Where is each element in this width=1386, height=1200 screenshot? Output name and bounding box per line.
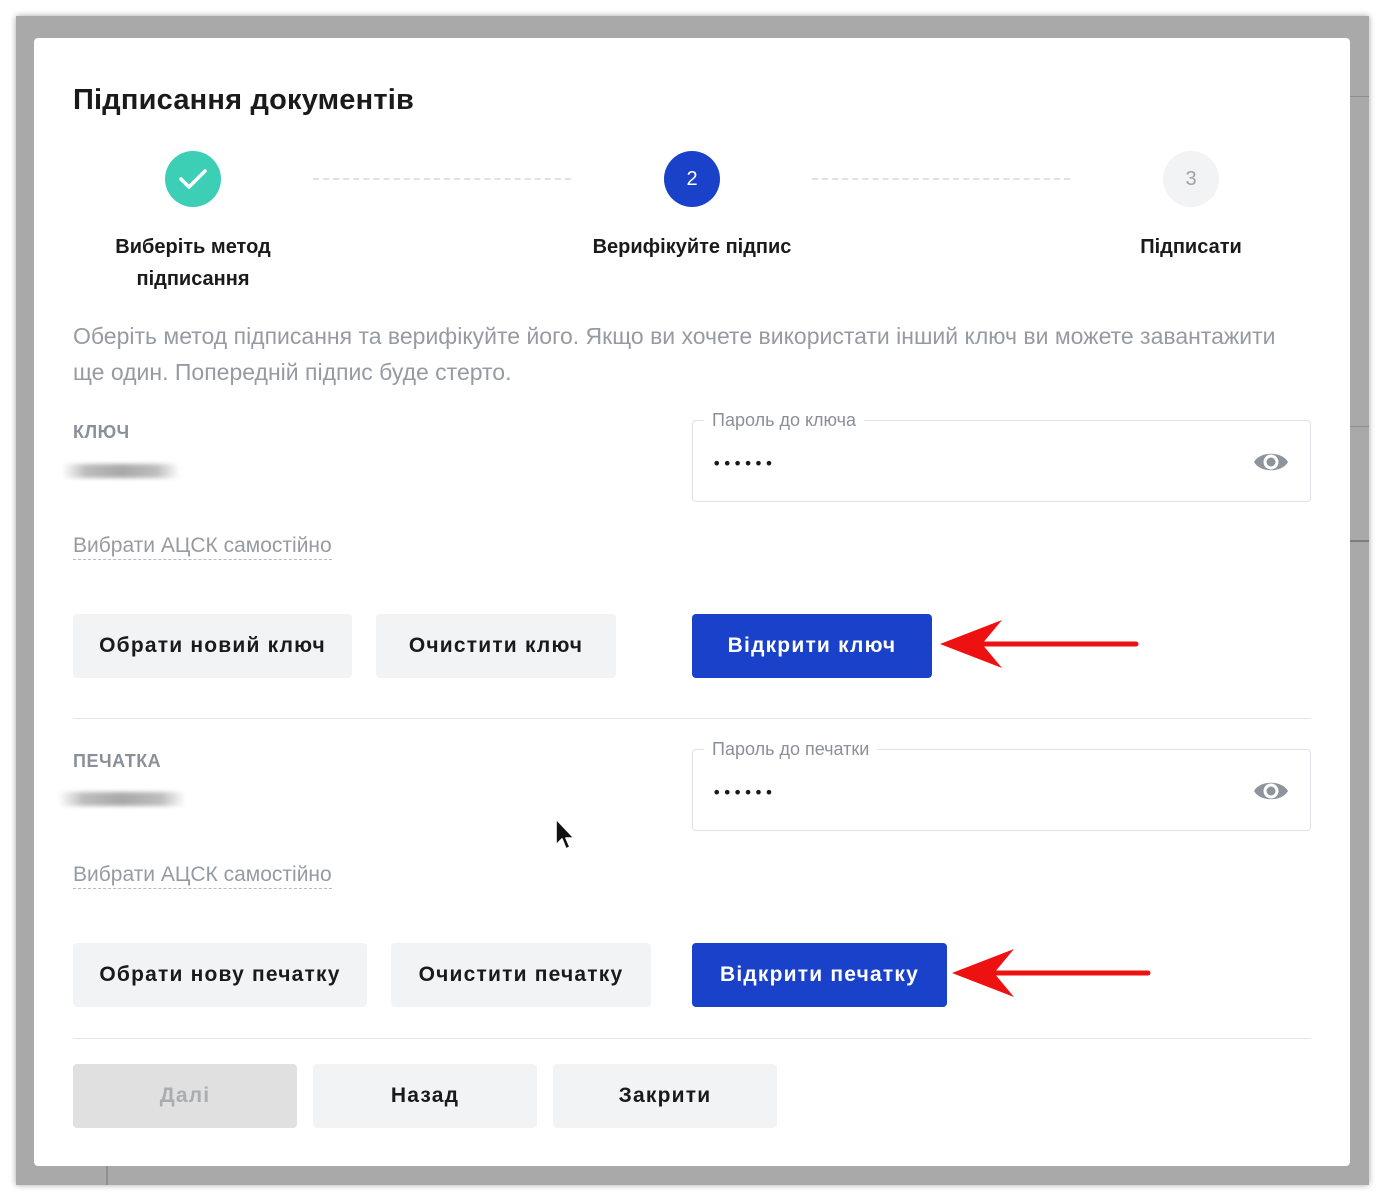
- choose-acsk-link[interactable]: Вибрати АЦСК самостійно: [73, 863, 332, 889]
- step-3-indicator: 3: [1163, 151, 1219, 207]
- annotation-arrow: [952, 949, 1151, 997]
- key-password-input[interactable]: [712, 449, 1232, 477]
- seal-password-input[interactable]: [712, 778, 1232, 806]
- key-file-name-redacted: [62, 464, 180, 478]
- annotation-arrow: [940, 620, 1139, 668]
- step-3-label: Підписати: [1140, 236, 1242, 258]
- choose-new-seal-button[interactable]: Обрати нову печатку: [73, 943, 367, 1007]
- section-divider: [73, 718, 1311, 719]
- eye-icon[interactable]: [1252, 447, 1290, 477]
- eye-icon[interactable]: [1252, 776, 1290, 806]
- next-button[interactable]: Далі: [73, 1064, 297, 1128]
- step-connector: [313, 178, 571, 180]
- key-password-label: Пароль до ключа: [704, 410, 865, 431]
- seal-section-label: ПЕЧАТКА: [73, 751, 162, 771]
- seal-password-label: Пароль до печатки: [704, 739, 878, 760]
- footer-divider: [73, 1038, 1311, 1039]
- step-1-indicator: [165, 151, 221, 207]
- step-2-label: Верифікуйте підпис: [592, 236, 792, 258]
- key-section-label: КЛЮЧ: [73, 422, 130, 442]
- dialog-title: Підписання документів: [73, 84, 415, 116]
- choose-acsk-link[interactable]: Вибрати АЦСК самостійно: [73, 534, 332, 560]
- step-connector: [812, 178, 1070, 180]
- choose-new-key-button[interactable]: Обрати новий ключ: [73, 614, 352, 678]
- step-1-label: Виберіть метод підписання: [115, 236, 271, 290]
- key-password-field: Пароль до ключа: [692, 410, 1311, 502]
- clear-seal-button[interactable]: Очистити печатку: [391, 943, 651, 1007]
- check-icon: [179, 169, 207, 189]
- clear-key-button[interactable]: Очистити ключ: [376, 614, 616, 678]
- signing-dialog: Підписання документів 2 3 Виберіть метод…: [34, 38, 1350, 1166]
- mouse-cursor-icon: [555, 818, 575, 850]
- instructions-text: Оберіть метод підписання та верифікуйте …: [73, 323, 1276, 385]
- open-seal-button[interactable]: Відкрити печатку: [692, 943, 947, 1007]
- open-key-button[interactable]: Відкрити ключ: [692, 614, 932, 678]
- back-button[interactable]: Назад: [313, 1064, 537, 1128]
- seal-password-field: Пароль до печатки: [692, 739, 1311, 831]
- seal-file-name-redacted: [58, 792, 186, 806]
- step-2-indicator: 2: [664, 151, 720, 207]
- close-button[interactable]: Закрити: [553, 1064, 777, 1128]
